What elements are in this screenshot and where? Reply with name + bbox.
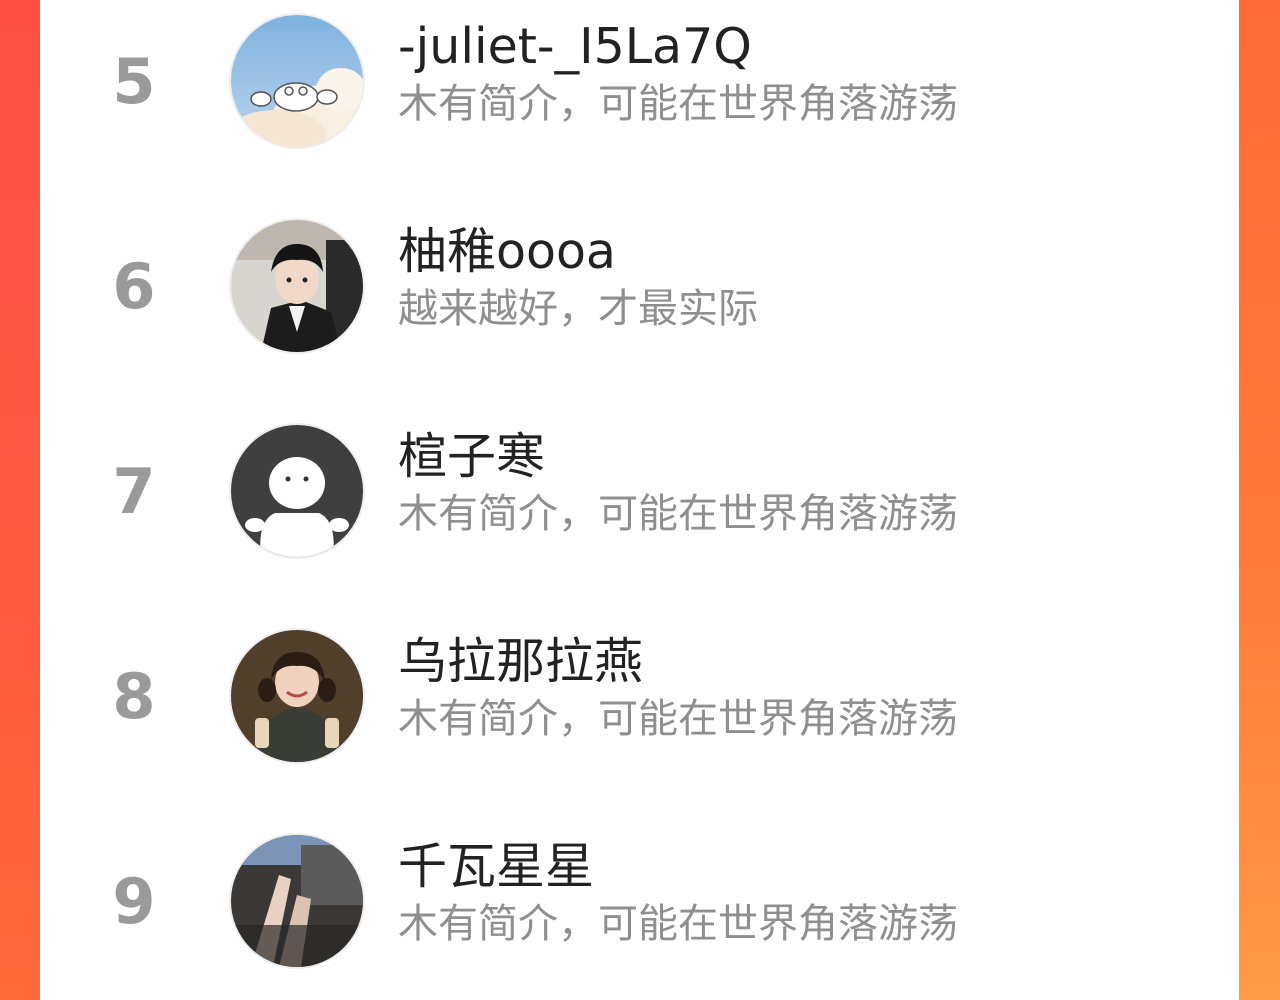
ranking-row[interactable]: 8 乌拉那拉燕 木有简介，可能在世界角落游荡 [40,615,1239,820]
cloud-frog-avatar-image [231,15,363,147]
rank-number: 8 [112,660,156,733]
rank-number: 6 [112,250,156,323]
ranking-row[interactable]: 5 -juliet-_I5La7Q 木有简介，可能在世界角落游荡 [40,0,1239,205]
default-ghost-avatar-image [231,425,363,557]
user-name[interactable]: 柚稚oooa [398,227,616,276]
right-gradient-border [1239,0,1280,1000]
ranking-row[interactable]: 9 千瓦星星 木有简介，可能在世界角落游荡 [40,820,1239,1000]
user-name[interactable]: 楦子寒 [398,432,545,481]
user-bio: 木有简介，可能在世界角落游荡 [398,491,958,537]
user-bio: 木有简介，可能在世界角落游荡 [398,696,958,742]
default-ghost-avatar[interactable] [231,425,363,557]
user-bio: 越来越好，才最实际 [398,286,758,332]
rank-number: 5 [112,45,156,118]
smiling-girl-avatar[interactable] [231,630,363,762]
young-man-in-suit-avatar[interactable] [231,220,363,352]
user-name[interactable]: 乌拉那拉燕 [398,637,643,686]
smiling-girl-avatar-image [231,630,363,762]
ranking-row[interactable]: 7 楦子寒 木有简介，可能在世界角落游荡 [40,410,1239,615]
young-man-in-suit-avatar-image [231,220,363,352]
user-bio: 木有简介，可能在世界角落游荡 [398,81,958,127]
user-name[interactable]: -juliet-_I5La7Q [398,22,752,71]
legs-photo-avatar[interactable] [231,835,363,967]
rank-number: 9 [112,865,156,938]
rank-number: 7 [112,455,156,528]
ranking-row[interactable]: 6 柚稚oooa 越来越好，才最实际 [40,205,1239,410]
user-bio: 木有简介，可能在世界角落游荡 [398,901,958,947]
user-name[interactable]: 千瓦星星 [398,842,594,891]
ranking-list-panel: 5 -juliet-_I5La7Q 木有简介，可能在世界角落游荡 6 柚稚ooo… [40,0,1239,1000]
cloud-frog-avatar[interactable] [231,15,363,147]
left-gradient-border [0,0,40,1000]
legs-photo-avatar-image [231,835,363,967]
